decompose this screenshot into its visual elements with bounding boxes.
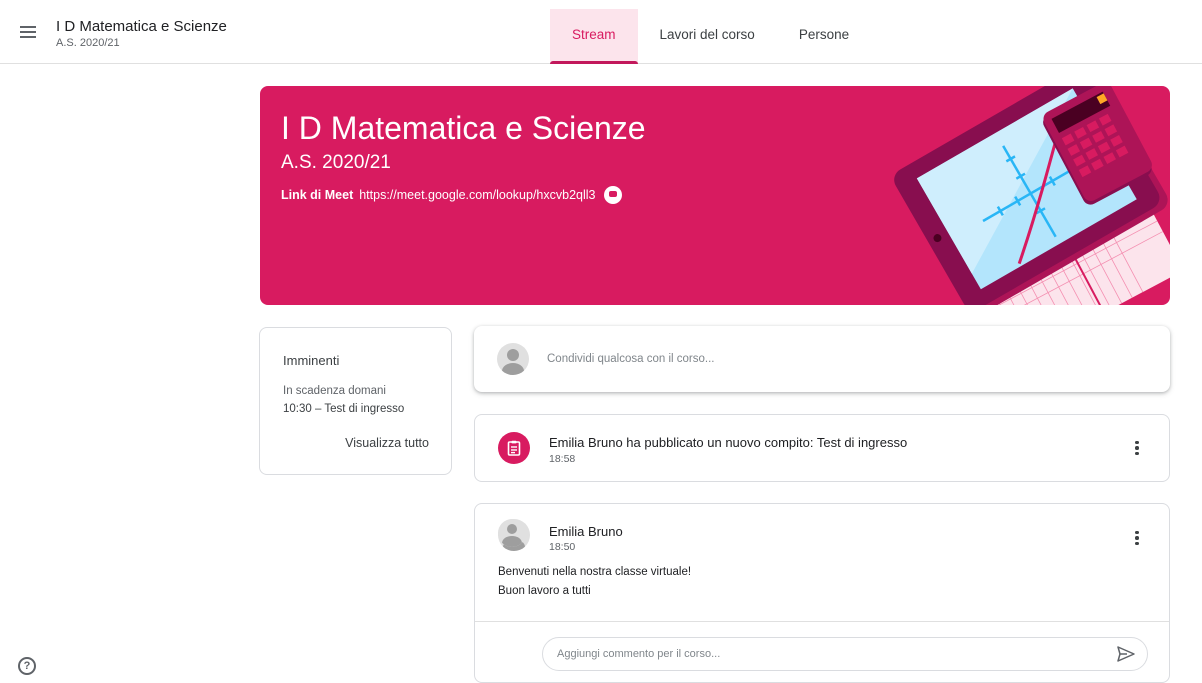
more-vert-icon[interactable] bbox=[1125, 436, 1149, 460]
meet-icon[interactable] bbox=[604, 186, 623, 204]
course-subtitle: A.S. 2020/21 bbox=[56, 37, 120, 49]
divider bbox=[475, 621, 1169, 622]
menu-icon[interactable] bbox=[17, 23, 39, 45]
upcoming-title: Imminenti bbox=[283, 353, 340, 368]
tab-bar: Stream Lavori del corso Persone bbox=[550, 9, 871, 64]
assignment-icon[interactable] bbox=[498, 432, 530, 464]
meet-label: Link di Meet bbox=[281, 188, 354, 202]
tab-stream[interactable]: Stream bbox=[550, 9, 638, 64]
post-time: 18:50 bbox=[549, 541, 576, 553]
share-box[interactable]: Condividi qualcosa con il corso... bbox=[474, 326, 1170, 392]
more-vert-icon[interactable] bbox=[1125, 526, 1149, 550]
meet-link-row: Link di Meet https://meet.google.com/loo… bbox=[281, 186, 623, 204]
comment-input[interactable]: Aggiungi commento per il corso... bbox=[542, 637, 1148, 671]
post-time: 18:58 bbox=[549, 453, 576, 465]
upcoming-due-item[interactable]: 10:30 – Test di ingresso bbox=[283, 403, 404, 415]
commenter-avatar bbox=[498, 519, 526, 547]
upcoming-panel: Imminenti In scadenza domani 10:30 – Tes… bbox=[259, 327, 452, 475]
post-message-line: Benvenuti nella nostra classe virtuale! bbox=[498, 566, 692, 578]
send-icon[interactable] bbox=[1116, 645, 1136, 663]
top-bar: I D Matematica e Scienze A.S. 2020/21 St… bbox=[0, 0, 1202, 64]
assignment-post[interactable]: Emilia Bruno ha pubblicato un nuovo comp… bbox=[474, 414, 1170, 482]
course-title[interactable]: I D Matematica e Scienze bbox=[56, 18, 227, 35]
avatar bbox=[497, 343, 529, 375]
assignment-post-text[interactable]: Emilia Bruno ha pubblicato un nuovo comp… bbox=[549, 435, 907, 450]
tab-people[interactable]: Persone bbox=[777, 9, 871, 64]
share-placeholder[interactable]: Condividi qualcosa con il corso... bbox=[547, 353, 714, 365]
course-banner: I D Matematica e Scienze A.S. 2020/21 Li… bbox=[260, 86, 1170, 305]
help-icon[interactable]: ? bbox=[18, 657, 36, 675]
banner-year: A.S. 2020/21 bbox=[281, 152, 391, 173]
post-message-line: Buon lavoro a tutti bbox=[498, 585, 591, 597]
banner-illustration bbox=[894, 86, 1170, 305]
tab-classwork[interactable]: Lavori del corso bbox=[638, 9, 777, 64]
post-author: Emilia Bruno bbox=[549, 524, 623, 539]
announcement-post: Emilia Bruno 18:50 Benvenuti nella nostr… bbox=[474, 503, 1170, 683]
upcoming-due-label: In scadenza domani bbox=[283, 385, 386, 397]
banner-title: I D Matematica e Scienze bbox=[281, 110, 646, 146]
view-all-link[interactable]: Visualizza tutto bbox=[345, 436, 429, 450]
meet-url-link[interactable]: https://meet.google.com/lookup/hxcvb2qll… bbox=[359, 188, 595, 202]
